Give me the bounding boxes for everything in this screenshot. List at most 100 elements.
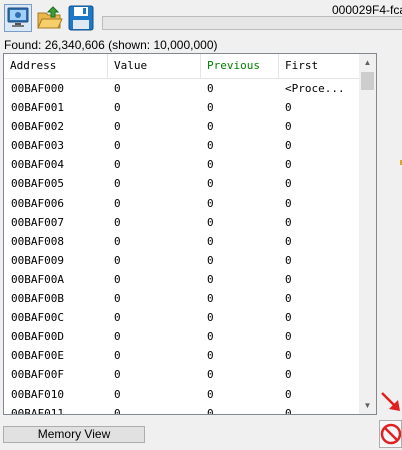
cell-address: 00BAF00E — [11, 349, 64, 363]
cell-value: 0 — [114, 406, 121, 415]
cell-first: 0 — [285, 215, 292, 229]
cell-address: 00BAF00D — [11, 330, 64, 344]
table-row[interactable]: 00BAF011 0 0 0 — [4, 404, 359, 415]
list-header: Address Value Previous First — [4, 54, 359, 79]
cell-value: 0 — [114, 349, 121, 363]
cell-address: 00BAF004 — [11, 158, 64, 172]
cell-value: 0 — [114, 101, 121, 115]
cell-address: 00BAF00F — [11, 368, 64, 382]
cell-address: 00BAF000 — [11, 82, 64, 95]
column-header-address[interactable]: Address — [4, 54, 108, 78]
cell-previous: 0 — [207, 101, 214, 115]
computer-process-icon — [5, 5, 31, 31]
stop-button[interactable] — [379, 420, 402, 448]
save-file-button[interactable] — [67, 4, 95, 32]
cell-first: <Proce... — [285, 82, 345, 95]
table-row[interactable]: 00BAF002 0 0 0 — [4, 117, 359, 136]
scroll-down-button[interactable]: ▼ — [359, 397, 376, 414]
cell-first: 0 — [285, 196, 292, 210]
column-header-first[interactable]: First — [279, 54, 359, 78]
table-row[interactable]: 00BAF007 0 0 0 — [4, 213, 359, 232]
cell-first: 0 — [285, 158, 292, 172]
stop-no-entry-icon — [380, 423, 402, 450]
table-row[interactable]: 00BAF004 0 0 0 — [4, 155, 359, 174]
cell-previous: 0 — [207, 158, 214, 172]
cell-value: 0 — [114, 120, 121, 134]
cell-first: 0 — [285, 368, 292, 382]
cell-address: 00BAF010 — [11, 387, 64, 401]
table-row[interactable]: 00BAF00A 0 0 0 — [4, 270, 359, 289]
cell-value: 0 — [114, 82, 121, 95]
cell-first: 0 — [285, 234, 292, 248]
found-count-label: Found: 26,340,606 (shown: 10,000,000) — [4, 38, 218, 52]
add-to-address-list-button[interactable] — [379, 389, 402, 414]
cell-value: 0 — [114, 177, 121, 191]
cell-address: 00BAF008 — [11, 234, 64, 248]
table-row[interactable]: 00BAF00B 0 0 0 — [4, 289, 359, 308]
cell-first: 0 — [285, 349, 292, 363]
cell-first: 0 — [285, 311, 292, 325]
cell-address: 00BAF001 — [11, 101, 64, 115]
cell-value: 0 — [114, 368, 121, 382]
open-file-button[interactable] — [36, 4, 64, 32]
cell-first: 0 — [285, 272, 292, 286]
cell-address: 00BAF003 — [11, 139, 64, 153]
cell-address: 00BAF00A — [11, 272, 64, 286]
scan-results-list[interactable]: Address Value Previous First 00BAF000 0 0 <… — [3, 53, 377, 415]
cell-address: 00BAF00B — [11, 292, 64, 306]
red-diagonal-arrow-icon — [379, 392, 402, 417]
cell-first: 0 — [285, 177, 292, 191]
cell-value: 0 — [114, 196, 121, 210]
table-row[interactable]: 00BAF006 0 0 0 — [4, 194, 359, 213]
column-header-value[interactable]: Value — [108, 54, 201, 78]
cell-address: 00BAF00C — [11, 311, 64, 325]
cell-value: 0 — [114, 253, 121, 267]
cell-previous: 0 — [207, 177, 214, 191]
table-row[interactable]: 00BAF00F 0 0 0 — [4, 365, 359, 384]
column-header-previous[interactable]: Previous — [201, 54, 279, 78]
cell-previous: 0 — [207, 368, 214, 382]
cell-first: 0 — [285, 139, 292, 153]
cell-value: 0 — [114, 215, 121, 229]
cell-previous: 0 — [207, 292, 214, 306]
cell-first: 0 — [285, 292, 292, 306]
table-row[interactable]: 00BAF010 0 0 0 — [4, 385, 359, 404]
cell-value: 0 — [114, 387, 121, 401]
table-row[interactable]: 00BAF009 0 0 0 — [4, 251, 359, 270]
cell-previous: 0 — [207, 82, 214, 95]
cell-value: 0 — [114, 139, 121, 153]
cell-previous: 0 — [207, 272, 214, 286]
cell-first: 0 — [285, 253, 292, 267]
cell-address: 00BAF002 — [11, 120, 64, 134]
cell-first: 0 — [285, 406, 292, 415]
table-row[interactable]: 00BAF00C 0 0 0 — [4, 308, 359, 327]
cell-previous: 0 — [207, 330, 214, 344]
memory-view-button[interactable]: Memory View — [3, 426, 145, 443]
scroll-thumb[interactable] — [361, 72, 374, 90]
cell-address: 00BAF007 — [11, 215, 64, 229]
cell-value: 0 — [114, 292, 121, 306]
cell-value: 0 — [114, 158, 121, 172]
vertical-scrollbar[interactable]: ▲ ▼ — [359, 54, 376, 414]
table-row[interactable]: 00BAF003 0 0 0 — [4, 136, 359, 155]
cell-previous: 0 — [207, 120, 214, 134]
table-row[interactable]: 00BAF001 0 0 0 — [4, 98, 359, 117]
cell-address: 00BAF005 — [11, 177, 64, 191]
table-row[interactable]: 00BAF008 0 0 0 — [4, 232, 359, 251]
cell-first: 0 — [285, 387, 292, 401]
table-row[interactable]: 00BAF00E 0 0 0 — [4, 346, 359, 365]
cell-previous: 0 — [207, 215, 214, 229]
cell-previous: 0 — [207, 234, 214, 248]
result-rows: 00BAF000 0 0 <Proce... 00BAF001 0 0 0 00BAF002 0 0… — [4, 79, 359, 415]
process-title: 000029F4-fcac — [332, 3, 402, 17]
cell-first: 0 — [285, 101, 292, 115]
table-row[interactable]: 00BAF00D 0 0 0 — [4, 327, 359, 346]
floppy-save-icon — [67, 4, 95, 32]
table-row[interactable]: 00BAF005 0 0 0 — [4, 174, 359, 193]
select-process-button[interactable] — [4, 4, 32, 32]
chevron-up-icon: ▲ — [363, 58, 372, 67]
table-row[interactable]: 00BAF000 0 0 <Proce... — [4, 79, 359, 98]
cell-previous: 0 — [207, 349, 214, 363]
open-folder-icon — [36, 4, 64, 32]
scroll-up-button[interactable]: ▲ — [359, 54, 376, 71]
